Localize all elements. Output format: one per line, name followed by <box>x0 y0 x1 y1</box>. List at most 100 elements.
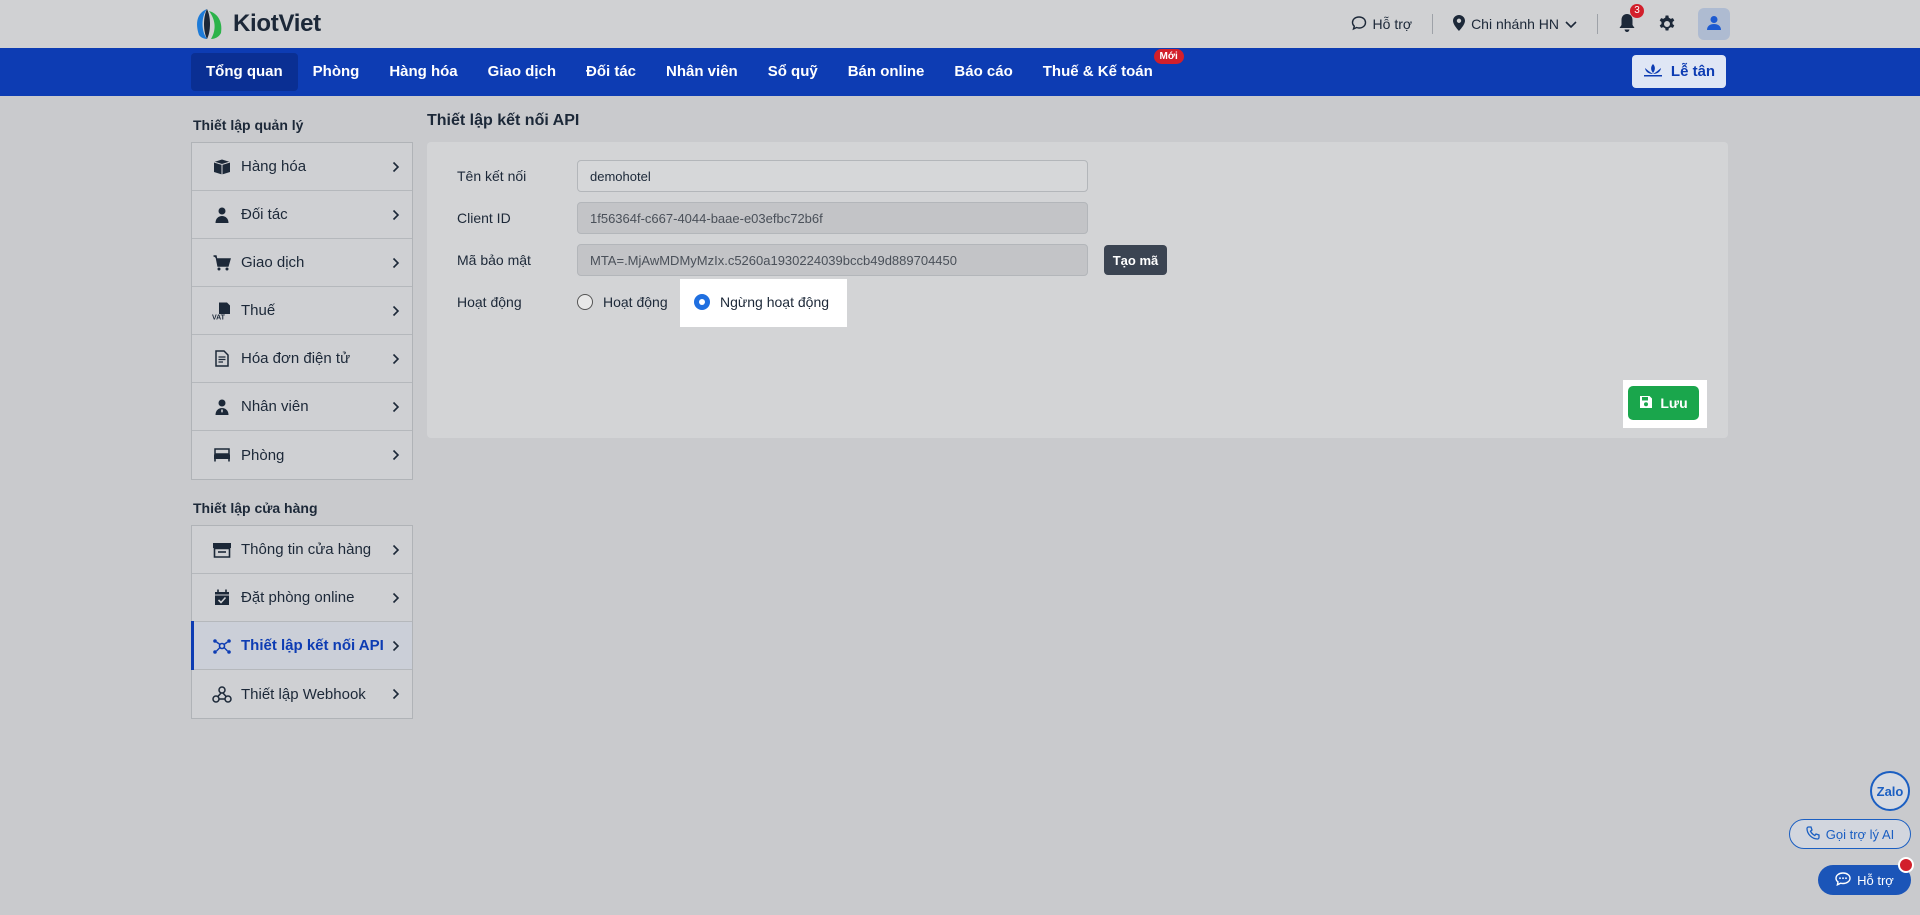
nav-item-label: Đối tác <box>586 63 637 80</box>
help-label: Hỗ trợ <box>1857 872 1894 888</box>
sidebar-item-label: Thuế <box>241 302 276 319</box>
svg-text:VAT: VAT <box>212 314 226 320</box>
client-id-field: 1f56364f-c667-4044-baae-e03efbc72b6f <box>577 202 1088 234</box>
bed-icon <box>212 445 232 465</box>
chevron-right-icon <box>392 208 400 225</box>
zalo-label: Zalo <box>1876 783 1904 799</box>
chat-bubble-icon <box>1351 15 1367 34</box>
sidebar-item[interactable]: Đặt phòng online <box>192 574 412 622</box>
support-link[interactable]: Hỗ trợ <box>1351 15 1412 34</box>
status-label: Hoạt động <box>457 294 522 310</box>
status-inactive-radio[interactable]: Ngừng hoạt động <box>694 294 829 310</box>
reception-button[interactable]: Lễ tân <box>1632 55 1726 88</box>
connection-name-label: Tên kết nối <box>457 168 527 184</box>
sidebar-item-label: Thiết lập kết nối API <box>241 637 384 654</box>
user-icon <box>1706 15 1722 34</box>
notification-button[interactable]: 3 <box>1618 3 1644 36</box>
zalo-chat-button[interactable]: Zalo <box>1870 771 1910 811</box>
save-button[interactable]: Lưu <box>1628 386 1699 420</box>
box-icon <box>212 157 232 177</box>
page-title: Thiết lập kết nối API <box>427 112 580 129</box>
chevron-right-icon <box>392 591 400 608</box>
save-label: Lưu <box>1660 395 1688 411</box>
help-chat-button[interactable]: Hỗ trợ <box>1818 865 1911 895</box>
sidebar-item[interactable]: Nhân viên <box>192 383 412 431</box>
sidebar-item[interactable]: Phòng <box>192 431 412 479</box>
chevron-right-icon <box>392 639 400 656</box>
bell-icon <box>1618 13 1636 36</box>
top-header: KiotViet Hỗ trợ Chi nhánh HN 3 <box>0 0 1920 48</box>
invoice-icon <box>212 349 232 369</box>
nav-item-label: Sổ quỹ <box>767 63 818 80</box>
branch-selector[interactable]: Chi nhánh HN <box>1453 14 1577 34</box>
sidebar-item-label: Đặt phòng online <box>241 589 355 606</box>
nav-item[interactable]: Sổ quỹ <box>753 53 833 91</box>
nav-item[interactable]: Thuế & Kế toán Mới <box>1028 49 1184 91</box>
sidebar-item-label: Giao dịch <box>241 254 305 271</box>
chevron-right-icon <box>392 543 400 560</box>
sidebar-item[interactable]: Thiết lập kết nối API <box>191 621 412 670</box>
client-id-label: Client ID <box>457 210 511 226</box>
user-icon <box>212 205 232 225</box>
store-settings-menu: Thông tin cửa hàng Đặt phòng online Thiết … <box>191 525 413 719</box>
user-avatar-button[interactable] <box>1698 8 1730 40</box>
help-notification-dot <box>1898 857 1914 873</box>
management-settings-menu: Hàng hóa Đối tác Giao dịch VAT Thuế Hóa đơn đ… <box>191 142 413 480</box>
brand-name: KiotViet <box>233 10 321 37</box>
nav-item[interactable]: Báo cáo <box>939 53 1027 91</box>
nav-item[interactable]: Bán online <box>833 53 940 91</box>
sidebar-item[interactable]: VAT Thuế <box>192 287 412 335</box>
sidebar-item[interactable]: Đối tác <box>192 191 412 239</box>
sidebar-item-label: Hàng hóa <box>241 158 307 175</box>
sidebar-item[interactable]: Hàng hóa <box>192 143 412 191</box>
notification-count-badge: 3 <box>1630 3 1644 18</box>
sidebar-item[interactable]: Thông tin cửa hàng <box>192 526 412 574</box>
chevron-right-icon <box>392 304 400 321</box>
api-settings-panel: Tên kết nối demohotel Client ID 1f56364f… <box>427 142 1728 438</box>
nav-item[interactable]: Tổng quan <box>191 53 298 91</box>
connection-name-input[interactable]: demohotel <box>577 160 1088 192</box>
api-icon <box>212 636 232 656</box>
divider <box>1432 14 1434 34</box>
nav-item[interactable]: Phòng <box>298 53 375 91</box>
sidebar-item-label: Hóa đơn điện tử <box>241 350 351 367</box>
nav-item[interactable]: Nhân viên <box>651 53 753 91</box>
sidebar-item-label: Thiết lập Webhook <box>241 685 366 703</box>
floppy-disk-icon <box>1639 395 1653 412</box>
nav-item[interactable]: Hàng hóa <box>374 53 472 91</box>
ai-assistant-label: Gọi trợ lý AI <box>1825 826 1895 842</box>
nav-item-label: Thuế & Kế toán <box>1042 63 1153 80</box>
nav-item-label: Báo cáo <box>954 63 1013 80</box>
chevron-right-icon <box>392 256 400 273</box>
chevron-right-icon <box>392 160 400 177</box>
sidebar-item[interactable]: Thiết lập Webhook <box>192 670 412 718</box>
ai-assistant-button[interactable]: Gọi trợ lý AI <box>1789 819 1911 849</box>
nav-item-label: Bán online <box>847 63 925 80</box>
sidebar-item[interactable]: Giao dịch <box>192 239 412 287</box>
sidebar-item-label: Phòng <box>241 446 285 464</box>
secret-key-label: Mã bảo mật <box>457 252 531 268</box>
radio-unchecked-icon <box>577 294 593 310</box>
chevron-right-icon <box>392 400 400 417</box>
sidebar-item[interactable]: Hóa đơn điện tử <box>192 335 412 383</box>
generate-key-button[interactable]: Tạo mã <box>1104 245 1167 275</box>
nav-item-label: Nhân viên <box>666 63 738 80</box>
kiotviet-logo[interactable]: KiotViet <box>191 7 321 41</box>
chevron-right-icon <box>392 352 400 369</box>
nav-item[interactable]: Đối tác <box>571 53 651 91</box>
management-settings-title: Thiết lập quản lý <box>193 117 304 133</box>
vat-icon: VAT <box>212 301 232 321</box>
nav-menu: Tổng quan Phòng Hàng hóa Giao dịch Đối tác Nh… <box>191 49 1184 91</box>
nav-item-label: Hàng hóa <box>389 63 458 80</box>
reception-label: Lễ tân <box>1670 63 1716 80</box>
status-inactive-label: Ngừng hoạt động <box>720 294 830 310</box>
chevron-right-icon <box>392 687 400 704</box>
status-active-radio[interactable]: Hoạt động <box>577 294 668 310</box>
location-pin-icon <box>1453 14 1466 34</box>
nav-item[interactable]: Giao dịch <box>473 53 571 91</box>
gear-icon[interactable] <box>1658 14 1676 35</box>
nav-item-label: Tổng quan <box>206 63 283 80</box>
sidebar-item-label: Nhân viên <box>241 398 309 415</box>
radio-checked-icon <box>694 294 710 310</box>
new-badge: Mới <box>1153 49 1184 64</box>
